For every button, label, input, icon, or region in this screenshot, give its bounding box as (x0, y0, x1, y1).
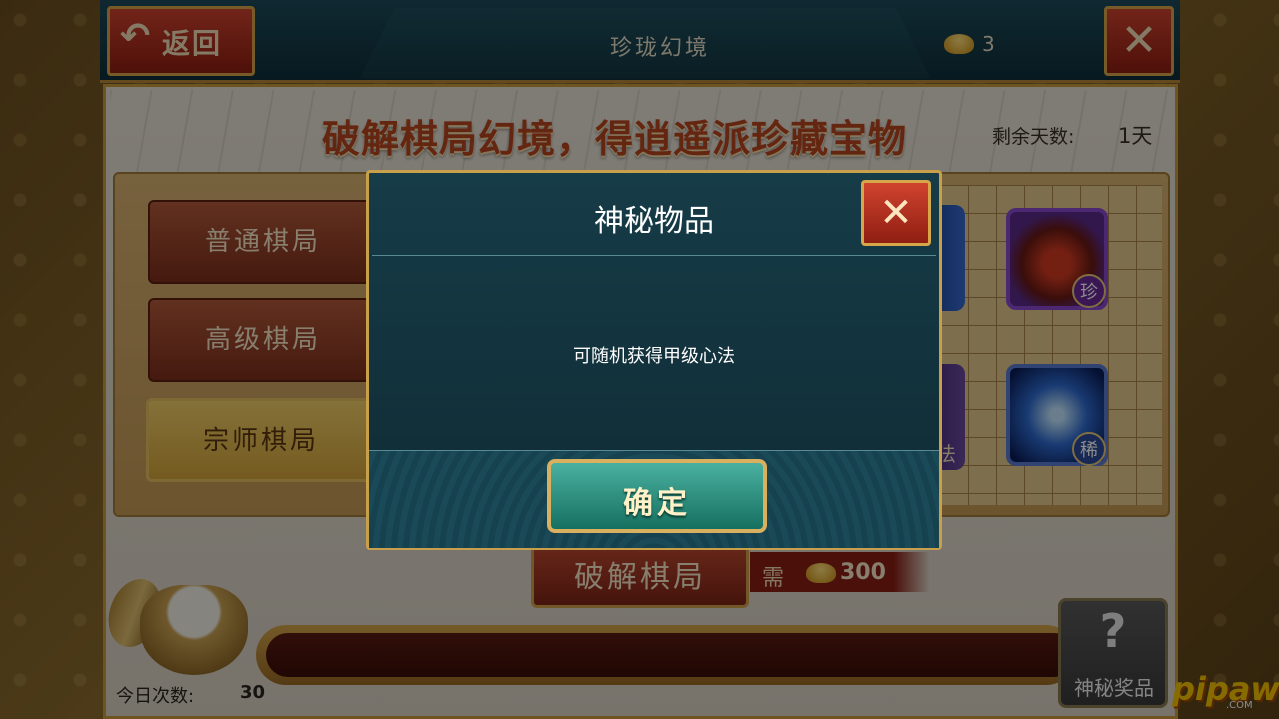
dialog-title: 神秘物品 (594, 204, 714, 239)
close-icon: ✕ (879, 190, 913, 236)
dialog-message: 可随机获得甲级心法 (573, 346, 735, 367)
dialog-divider (372, 255, 936, 256)
confirm-button-label: 确定 (623, 486, 691, 521)
